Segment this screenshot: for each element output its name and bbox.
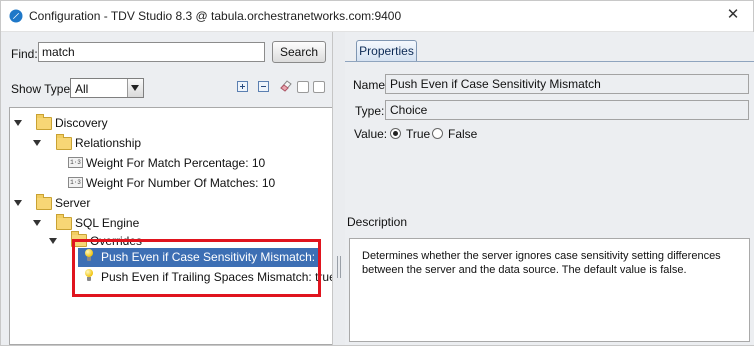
left-pane: Find: Search Show Type: All Discovery xyxy=(1,32,334,345)
tree-node-label: Weight For Match Percentage: 10 xyxy=(86,156,266,170)
configuration-window: Configuration - TDV Studio 8.3 @ tabula.… xyxy=(0,0,754,346)
folder-icon xyxy=(56,214,72,230)
title-bar: Configuration - TDV Studio 8.3 @ tabula.… xyxy=(1,1,753,32)
eraser-icon[interactable] xyxy=(279,79,292,92)
find-label: Find: xyxy=(11,47,38,61)
window-title: Configuration - TDV Studio 8.3 @ tabula.… xyxy=(29,9,402,23)
value-true-radio[interactable] xyxy=(390,128,401,139)
pane-splitter[interactable] xyxy=(332,32,346,345)
expand-toggle-icon[interactable] xyxy=(33,218,42,227)
folder-icon xyxy=(56,134,72,150)
value-true-label: True xyxy=(406,127,431,141)
search-button[interactable]: Search xyxy=(272,41,326,63)
value-label: Value: xyxy=(354,127,388,141)
expand-toggle-icon[interactable] xyxy=(49,236,58,245)
splitter-grip-icon[interactable] xyxy=(337,256,341,278)
number-setting-icon: 1·3 xyxy=(68,157,83,168)
tab-properties[interactable]: Properties xyxy=(356,40,417,61)
folder-icon xyxy=(36,114,52,130)
collapse-all-icon[interactable] xyxy=(258,81,269,92)
folder-icon xyxy=(36,194,52,210)
find-input[interactable] xyxy=(38,42,265,62)
name-field[interactable]: Push Even if Case Sensitivity Mismatch xyxy=(385,74,749,94)
tab-divider xyxy=(345,61,754,62)
tree-node-label: Server xyxy=(55,196,91,210)
name-label: Name: xyxy=(353,78,389,92)
properties-pane: Properties Name: Push Even if Case Sensi… xyxy=(345,32,754,345)
expand-toggle-icon[interactable] xyxy=(14,118,23,127)
toggle-box-icon[interactable] xyxy=(297,81,309,93)
expand-toggle-icon[interactable] xyxy=(33,138,42,147)
show-type-value: All xyxy=(75,82,89,96)
show-type-label: Show Type: xyxy=(11,82,74,96)
tree-node-label: Relationship xyxy=(75,136,142,150)
type-label: Type: xyxy=(355,104,385,118)
tree-node-label: Weight For Number Of Matches: 10 xyxy=(86,176,276,190)
show-type-select[interactable]: All xyxy=(70,78,144,98)
number-setting-icon: 1·3 xyxy=(68,177,83,188)
chevron-down-icon[interactable] xyxy=(127,79,143,97)
tree-node-label: Discovery xyxy=(55,116,108,130)
close-icon[interactable]: ✕ xyxy=(725,7,741,23)
tree-node-label: SQL Engine xyxy=(75,216,140,230)
description-label: Description xyxy=(347,215,408,229)
value-false-label: False xyxy=(448,127,478,141)
toggle-box-icon[interactable] xyxy=(313,81,325,93)
tdv-app-icon xyxy=(9,9,23,23)
annotation-highlight-box xyxy=(72,239,321,297)
expand-all-icon[interactable] xyxy=(237,81,248,92)
value-false-radio[interactable] xyxy=(432,128,443,139)
type-field[interactable]: Choice xyxy=(385,100,749,120)
description-text: Determines whether the server ignores ca… xyxy=(349,238,750,342)
settings-tree[interactable]: Discovery Relationship 1·3 Weight For Ma… xyxy=(9,107,333,345)
expand-toggle-icon[interactable] xyxy=(14,198,23,207)
